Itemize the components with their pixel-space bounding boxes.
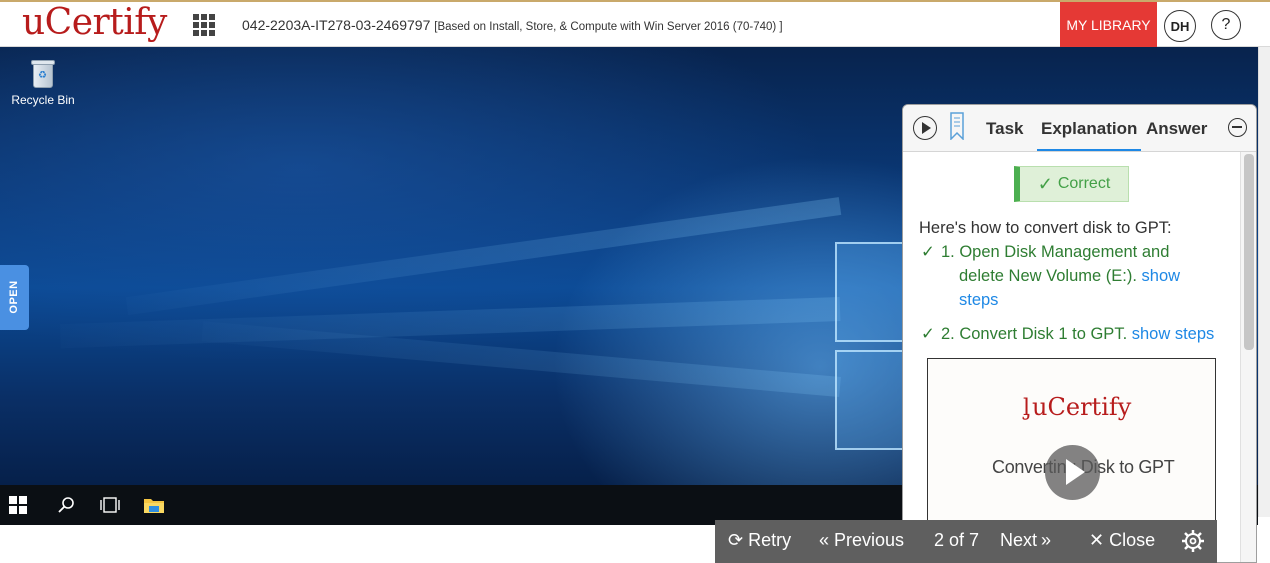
explanation-step: ✓ 2. Convert Disk 1 to GPT. show steps	[921, 322, 1240, 346]
show-steps-link[interactable]: show	[1142, 267, 1181, 285]
tab-explanation[interactable]: Explanation	[1037, 119, 1142, 151]
windows-start-icon[interactable]	[6, 493, 30, 517]
retry-button[interactable]: ⟳ Retry	[728, 530, 791, 551]
course-code: 042-2203A-IT278-03-2469797	[242, 17, 431, 33]
task-view-icon[interactable]	[98, 493, 122, 517]
step-check-icon: ✓	[921, 243, 935, 261]
step-check-icon: ✓	[921, 325, 935, 343]
task-panel: Task Explanation Answer ✓ Correct Here's…	[902, 104, 1257, 563]
apps-grid-icon[interactable]	[193, 14, 215, 36]
tab-answer[interactable]: Answer	[1146, 119, 1207, 139]
file-explorer-icon[interactable]	[142, 493, 166, 517]
double-chevron-right-icon: »	[1041, 530, 1052, 550]
page-scrollbar[interactable]	[1258, 47, 1270, 517]
scrollbar-thumb[interactable]	[1244, 154, 1254, 350]
explanation-step: ✓ 1. Open Disk Management and delete New…	[921, 240, 1221, 312]
open-tab-label: OPEN	[8, 280, 20, 314]
video-logo: ᶅuCertify	[1023, 393, 1132, 421]
wallpaper-light-beam	[125, 197, 842, 316]
bookmark-icon[interactable]	[950, 112, 964, 141]
recycle-bin-icon: ♻	[30, 59, 56, 89]
wallpaper-window-pane	[835, 350, 905, 450]
search-icon[interactable]	[54, 493, 78, 517]
status-label: Correct	[1057, 175, 1111, 192]
correct-status-badge: ✓ Correct	[1014, 166, 1129, 202]
play-icon[interactable]	[913, 116, 937, 140]
recycle-bin-label: Recycle Bin	[11, 93, 75, 107]
course-subtitle: [Based on Install, Store, & Compute with…	[434, 21, 783, 33]
step-text: 2. Convert Disk 1 to GPT. show steps	[941, 325, 1215, 343]
user-avatar[interactable]: DH	[1164, 10, 1196, 42]
navigation-toolbar: ⟳ Retry « Previous 2 of 7 Next » ✕ Close	[715, 520, 1217, 563]
ucertify-mark-icon: ᶅ	[1023, 396, 1031, 421]
minimize-panel-icon[interactable]	[1228, 118, 1247, 137]
gear-icon[interactable]	[1181, 529, 1205, 553]
close-button[interactable]: ✕ Close	[1089, 530, 1155, 551]
explanation-content: ✓ Correct Here's how to convert disk to …	[903, 152, 1240, 562]
video-play-icon[interactable]	[1045, 445, 1100, 500]
panel-scrollbar[interactable]	[1240, 152, 1256, 562]
step-text: 1. Open Disk Management and delete New V…	[941, 243, 1181, 309]
open-sidebar-tab[interactable]: OPEN	[0, 265, 29, 330]
top-header: uCertify 042-2203A-IT278-03-2469797 [Bas…	[0, 0, 1270, 47]
double-chevron-left-icon: «	[819, 530, 830, 550]
next-button[interactable]: Next »	[1000, 530, 1051, 551]
refresh-icon: ⟳	[728, 530, 744, 550]
my-library-button[interactable]: MY LIBRARY	[1060, 2, 1157, 47]
page-indicator: 2 of 7	[934, 530, 980, 550]
panel-header: Task Explanation Answer	[903, 105, 1256, 152]
explanation-intro: Here's how to convert disk to GPT:	[919, 219, 1172, 237]
wallpaper-light-beam	[201, 321, 841, 397]
checkmark-icon: ✓	[1037, 173, 1053, 194]
course-title: 042-2203A-IT278-03-2469797 [Based on Ins…	[242, 17, 783, 33]
show-steps-link[interactable]: show steps	[1132, 325, 1215, 343]
tab-task[interactable]: Task	[986, 119, 1024, 139]
wallpaper-window-pane	[835, 242, 905, 342]
previous-button[interactable]: « Previous	[819, 530, 904, 551]
help-button[interactable]: ?	[1211, 10, 1241, 40]
recycle-bin[interactable]: ♻ Recycle Bin	[8, 59, 78, 107]
show-steps-link-cont[interactable]: steps	[941, 291, 998, 309]
ucertify-logo[interactable]: uCertify	[22, 2, 167, 43]
close-icon: ✕	[1089, 530, 1105, 550]
